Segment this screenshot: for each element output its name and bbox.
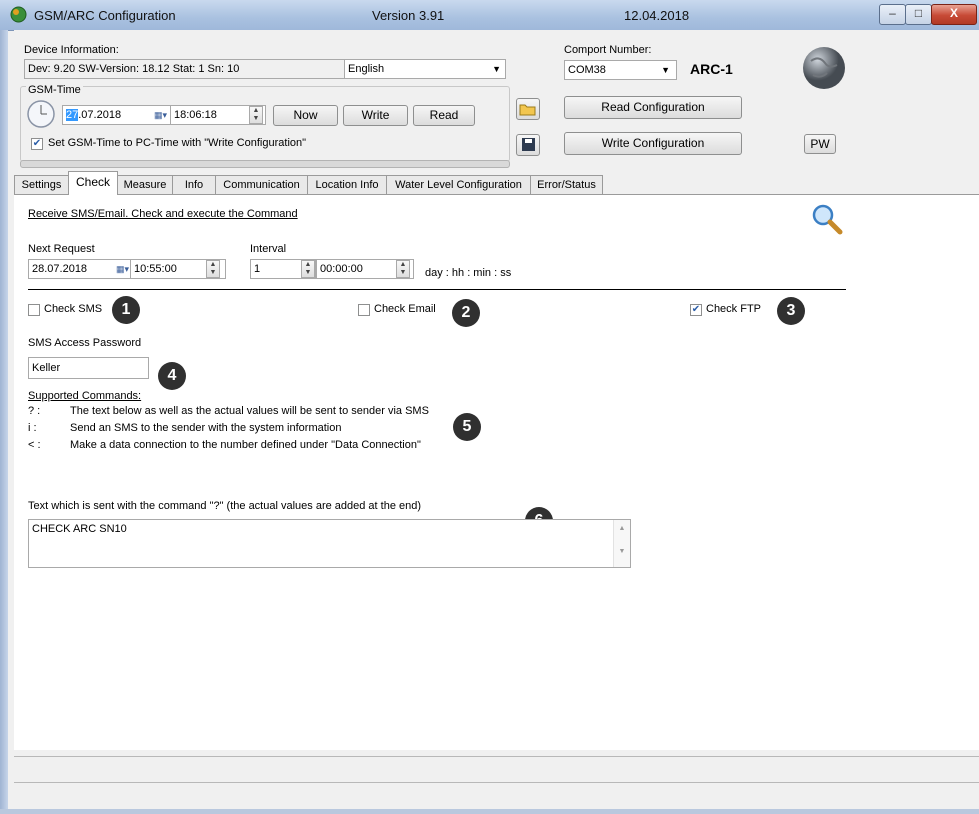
comport-label: Comport Number: — [564, 44, 652, 56]
command-key: i : — [28, 422, 37, 434]
gsm-date-rest: .07.2018 — [78, 109, 122, 121]
sms-password-field[interactable]: Keller — [28, 357, 149, 379]
annotation-badge-4: 4 — [158, 362, 186, 390]
status-bar-top — [14, 756, 979, 783]
app-version: Version 3.91 — [372, 8, 445, 23]
write-time-button[interactable]: Write — [343, 105, 408, 126]
gsm-time-spinner[interactable]: ▲ ▼ — [249, 106, 263, 124]
gsm-time-label: GSM-Time — [26, 84, 83, 96]
supported-commands-label: Supported Commands: — [28, 390, 142, 402]
command-desc: Make a data connection to the number def… — [70, 439, 421, 451]
app-title: GSM/ARC Configuration — [34, 8, 176, 23]
check-tab-panel: Receive SMS/Email. Check and execute the… — [14, 194, 979, 750]
gsm-time-value: 18:06:18 — [174, 109, 217, 121]
window-bottom-border — [0, 809, 979, 814]
read-time-button[interactable]: Read — [413, 105, 475, 126]
tab-communication[interactable]: Communication — [215, 175, 308, 194]
title-bar: GSM/ARC Configuration Version 3.91 12.04… — [0, 0, 979, 31]
next-request-label: Next Request — [28, 243, 95, 255]
scroll-up-icon[interactable]: ▲ — [614, 525, 630, 532]
tab-measure[interactable]: Measure — [117, 175, 173, 194]
sms-text-label: Text which is sent with the command "?" … — [28, 500, 422, 512]
calendar-dropdown-icon: ▦▾ — [153, 110, 167, 120]
check-email-checkbox[interactable] — [358, 304, 370, 316]
save-file-icon[interactable] — [516, 134, 540, 156]
device-header: Device Information: Dev: 9.20 SW-Version… — [14, 30, 979, 171]
interval-time-spinner[interactable]: ▲ ▼ — [396, 260, 410, 278]
check-heading: Receive SMS/Email. Check and execute the… — [28, 208, 298, 220]
clock-icon — [26, 99, 56, 129]
app-logo-icon — [10, 6, 27, 23]
check-sms-label: Check SMS — [44, 303, 103, 315]
device-name: ARC-1 — [690, 61, 733, 77]
tab-water-level-configuration[interactable]: Water Level Configuration — [386, 175, 531, 194]
interval-days-spinner[interactable]: ▲ ▼ — [301, 260, 315, 278]
check-sms-checkbox[interactable] — [28, 304, 40, 316]
annotation-badge-1: 1 — [112, 296, 140, 324]
next-request-time-spinner[interactable]: ▲ ▼ — [206, 260, 220, 278]
command-desc: The text below as well as the actual val… — [70, 405, 429, 417]
next-request-time: 10:55:00 — [134, 263, 177, 275]
sms-password-value: Keller — [32, 362, 61, 374]
annotation-badge-3: 3 — [777, 297, 805, 325]
globe-icon — [801, 45, 847, 91]
chevron-down-icon: ▼ — [492, 64, 501, 74]
sms-text-area[interactable]: CHECK ARC SN10 ▲ ▼ — [28, 519, 631, 568]
tab-settings[interactable]: Settings — [14, 175, 69, 194]
divider — [28, 289, 846, 290]
tab-info[interactable]: Info — [172, 175, 216, 194]
chevron-down-icon: ▼ — [661, 65, 670, 75]
command-key: < : — [28, 439, 41, 451]
check-ftp-label: Check FTP — [706, 303, 762, 315]
comport-select[interactable]: COM38 ▼ — [564, 60, 677, 80]
progress-bar — [20, 160, 510, 168]
maximize-button[interactable]: □ — [905, 4, 932, 25]
comport-value: COM38 — [568, 64, 606, 76]
command-desc: Send an SMS to the sender with the syste… — [70, 422, 342, 434]
annotation-badge-2: 2 — [452, 299, 480, 327]
calendar-dropdown-icon: ▦▾ — [115, 264, 129, 274]
next-request-date-picker[interactable]: 28.07.2018 ▦▾ — [28, 259, 132, 279]
window-left-border — [0, 30, 8, 814]
tab-location-info[interactable]: Location Info — [307, 175, 387, 194]
gsm-date-day: 27 — [66, 109, 79, 121]
interval-days: 1 — [254, 263, 261, 275]
gsm-date-picker[interactable]: 27.07.2018 ▦▾ — [62, 105, 172, 125]
write-configuration-button[interactable]: Write Configuration — [564, 132, 742, 155]
interval-unit: day : hh : min : ss — [425, 267, 512, 279]
close-button[interactable]: X — [931, 4, 977, 25]
app-date: 12.04.2018 — [624, 8, 690, 23]
command-key: ? : — [28, 405, 41, 417]
language-value: English — [348, 63, 385, 75]
sms-password-label: SMS Access Password — [28, 337, 142, 349]
read-configuration-button[interactable]: Read Configuration — [564, 96, 742, 119]
interval-time: 00:00:00 — [320, 263, 363, 275]
check-ftp-checkbox[interactable]: ✔ — [690, 304, 702, 316]
sync-time-label: Set GSM-Time to PC-Time with "Write Conf… — [48, 137, 307, 149]
password-button[interactable]: PW — [804, 134, 836, 154]
open-file-icon[interactable] — [516, 98, 540, 120]
sms-text-value: CHECK ARC SN10 — [32, 523, 127, 535]
device-info-field: Dev: 9.20 SW-Version: 18.12 Stat: 1 Sn: … — [24, 59, 346, 79]
language-select[interactable]: English ▼ — [344, 59, 506, 79]
scroll-down-icon[interactable]: ▼ — [614, 548, 630, 555]
status-bar-bottom — [14, 782, 979, 810]
check-email-label: Check Email — [374, 303, 436, 315]
device-info-label: Device Information: — [24, 44, 119, 56]
next-request-date: 28.07.2018 — [32, 263, 88, 275]
app-window: GSM/ARC Configuration Version 3.91 12.04… — [0, 0, 979, 814]
now-button[interactable]: Now — [273, 105, 338, 126]
interval-label: Interval — [250, 243, 287, 255]
annotation-badge-5: 5 — [453, 413, 481, 441]
magnifier-icon[interactable] — [810, 202, 844, 236]
textarea-scrollbar[interactable]: ▲ ▼ — [613, 520, 630, 567]
sync-time-checkbox[interactable]: ✔ — [31, 138, 43, 150]
tab-check[interactable]: Check — [68, 171, 118, 195]
tab-error-status[interactable]: Error/Status — [530, 175, 603, 194]
minimize-button[interactable]: – — [879, 4, 906, 25]
